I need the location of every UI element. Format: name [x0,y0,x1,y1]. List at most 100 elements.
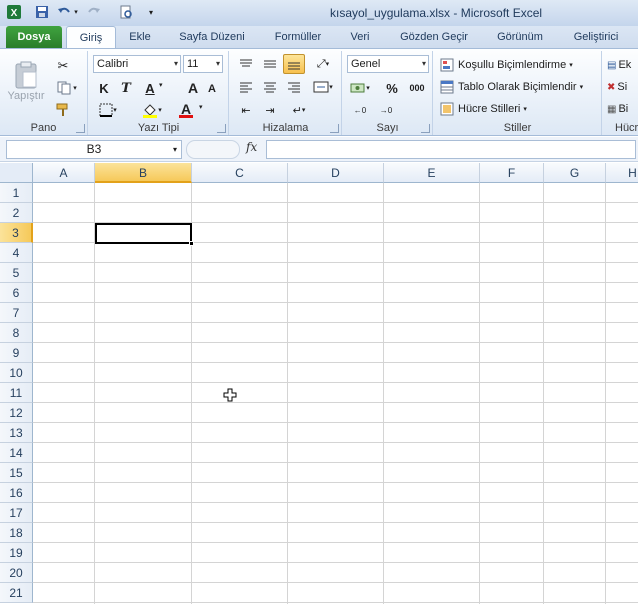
row-header-10[interactable]: 10 [0,363,33,383]
decrease-indent-icon[interactable]: ⇤ [236,101,256,119]
number-format-value: Genel [351,58,381,70]
font-color-button[interactable]: A [173,101,199,119]
format-as-table-label: Tablo Olarak Biçimlendir [458,81,577,93]
column-header-b[interactable]: B [95,163,192,183]
decrease-decimal-icon[interactable]: →0 [375,101,397,119]
format-cells-button[interactable]: ▦ Bi [607,100,638,118]
cut-icon[interactable]: ✂ [54,57,72,75]
row-header-7[interactable]: 7 [0,303,33,323]
row-header-4[interactable]: 4 [0,243,33,263]
active-cell-b3[interactable] [95,223,194,246]
undo-dropdown-icon[interactable]: ▾ [72,4,80,20]
number-launcher-icon[interactable] [421,124,430,133]
underline-button[interactable]: A [141,79,159,97]
cell-styles-button[interactable]: Hücre Stilleri ▾ [440,100,598,118]
font-launcher-icon[interactable] [217,124,226,133]
row-header-13[interactable]: 13 [0,423,33,443]
align-center-icon[interactable] [260,78,280,96]
font-size-combo[interactable]: 11 ▾ [183,55,223,73]
row-header-21[interactable]: 21 [0,583,33,603]
row-header-5[interactable]: 5 [0,263,33,283]
orientation-icon[interactable]: ⤢ ▾ [310,55,336,73]
bold-button[interactable]: K [95,79,113,97]
wrap-text-icon[interactable]: ↵ ▾ [286,101,312,119]
row-header-8[interactable]: 8 [0,323,33,343]
select-all-corner[interactable] [0,163,33,183]
tab-gelistirici[interactable]: Geliştirici [564,26,628,48]
borders-icon[interactable]: ▾ [95,101,121,119]
clipboard-launcher-icon[interactable] [76,124,85,133]
excel-logo-icon[interactable]: X [6,4,22,20]
column-header-g[interactable]: G [544,163,606,183]
paste-button[interactable]: Yapıştır [6,55,46,107]
tab-formuller[interactable]: Formüller [266,26,330,48]
align-top-icon[interactable] [236,55,256,73]
copy-icon[interactable]: ▾ [54,79,80,97]
shrink-font-button[interactable]: A [205,81,219,97]
percent-button[interactable]: % [383,79,401,97]
row-header-17[interactable]: 17 [0,503,33,523]
insert-cells-button[interactable]: ▤ Ek [607,56,638,74]
align-left-icon[interactable] [236,78,256,96]
redo-icon[interactable] [86,4,102,20]
row-header-1[interactable]: 1 [0,183,33,203]
increase-decimal-icon[interactable]: ←0 [349,101,371,119]
column-header-a[interactable]: A [33,163,95,183]
row-header-19[interactable]: 19 [0,543,33,563]
format-as-table-button[interactable]: Tablo Olarak Biçimlendir ▾ [440,78,598,96]
align-middle-icon[interactable] [260,55,280,73]
row-header-14[interactable]: 14 [0,443,33,463]
formula-bar-handle[interactable] [186,140,240,159]
merge-center-icon[interactable]: ▾ [310,78,336,96]
column-header-e[interactable]: E [384,163,480,183]
customize-qat-icon[interactable]: ▾ [146,4,156,20]
row-header-16[interactable]: 16 [0,483,33,503]
increase-indent-icon[interactable]: ⇥ [260,101,280,119]
delete-cells-button[interactable]: ✖ Si [607,78,638,96]
align-bottom-icon[interactable] [283,54,305,74]
row-header-15[interactable]: 15 [0,463,33,483]
tab-giris[interactable]: Giriş [66,26,116,48]
column-header-f[interactable]: F [480,163,544,183]
row-header-18[interactable]: 18 [0,523,33,543]
align-right-icon[interactable] [284,78,304,96]
tab-gozden-gecir[interactable]: Gözden Geçir [394,26,474,48]
save-icon[interactable] [34,4,50,20]
insert-function-icon[interactable]: fx [246,140,257,154]
chevron-down-icon: ▾ [421,59,426,68]
row-header-12[interactable]: 12 [0,403,33,423]
grow-font-button[interactable]: A [185,79,201,97]
row-header-3[interactable]: 3 [0,223,33,243]
undo-icon[interactable] [56,4,72,20]
tab-gorunum[interactable]: Görünüm [488,26,552,48]
formula-input[interactable] [266,140,636,159]
font-name-combo[interactable]: Calibri ▾ [93,55,181,73]
column-header-d[interactable]: D [288,163,384,183]
currency-icon[interactable]: ▾ [347,79,373,97]
fill-handle[interactable] [189,241,194,246]
conditional-formatting-button[interactable]: Koşullu Biçimlendirme ▾ [440,56,598,74]
row-header-9[interactable]: 9 [0,343,33,363]
column-header-c[interactable]: C [192,163,288,183]
conditional-formatting-icon [440,58,454,72]
row-header-11[interactable]: 11 [0,383,33,403]
tab-ekle[interactable]: Ekle [122,26,158,48]
italic-button[interactable]: T [117,79,135,97]
number-format-combo[interactable]: Genel ▾ [347,55,429,73]
row-header-6[interactable]: 6 [0,283,33,303]
format-as-table-icon [440,80,454,94]
name-box[interactable]: B3 ▾ [6,140,182,159]
tab-sayfa-duzeni[interactable]: Sayfa Düzeni [174,26,250,48]
format-painter-icon[interactable] [54,101,72,119]
tab-dosya[interactable]: Dosya [6,26,62,48]
alignment-launcher-icon[interactable] [330,124,339,133]
row-header-20[interactable]: 20 [0,563,33,583]
column-header-h[interactable]: H [606,163,638,183]
print-preview-icon[interactable] [118,4,134,20]
tab-veri[interactable]: Veri [342,26,378,48]
chevron-down-icon[interactable]: ▾ [159,81,163,89]
thousands-separator-button[interactable]: 000 [405,79,429,97]
row-header-2[interactable]: 2 [0,203,33,223]
chevron-down-icon[interactable]: ▾ [199,103,203,111]
fill-color-icon[interactable]: ▾ [139,101,165,119]
